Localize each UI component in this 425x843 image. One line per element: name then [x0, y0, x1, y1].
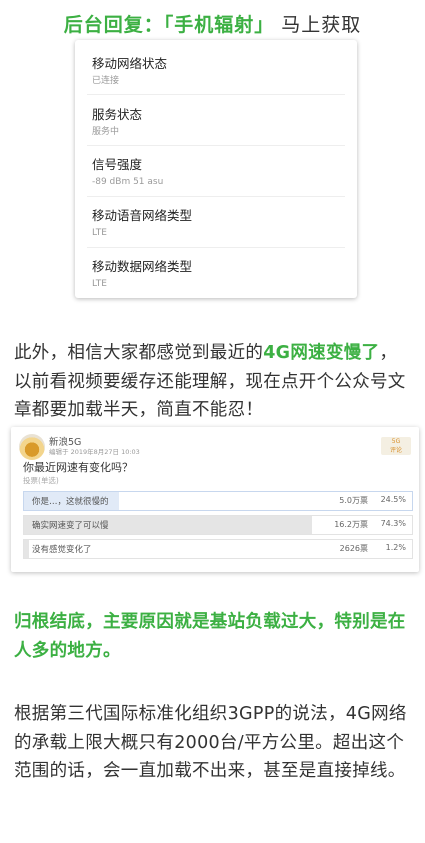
status-item-title: 移动数据网络类型: [92, 259, 193, 274]
promo-prefix: 后台回复：: [63, 14, 164, 36]
promo-header: 后台回复：「手机辐射」 马上获取: [0, 10, 425, 40]
status-item-value: 服务中: [92, 127, 120, 137]
poll-option-count: 2626票: [339, 544, 368, 553]
poll-option[interactable]: 你是…，这就很慢的 5.0万票 24.5%: [23, 491, 413, 511]
poll-option-count: 5.0万票: [339, 496, 368, 505]
divider: [87, 94, 345, 95]
divider: [87, 247, 345, 248]
paragraph-4g-slowdown: 此外，相信大家都感觉到最近的4G网速变慢了，以前看视频要缓存还能理解，现在点开个…: [14, 339, 414, 425]
poll-option-label: 你是…，这就很慢的: [32, 497, 109, 507]
status-item-data-network-type: 移动数据网络类型 LTE: [92, 258, 342, 291]
status-item-service-state: 服务状态 服务中: [92, 106, 342, 139]
status-item-value: LTE: [92, 228, 107, 238]
poll-option-percent: 1.2%: [385, 543, 406, 552]
status-item-title: 信号强度: [92, 157, 143, 172]
paragraph-root-cause: 归根结底，主要原因就是基站负载过大，特别是在人多的地方。: [14, 612, 406, 661]
status-item-network-state: 移动网络状态 已连接: [92, 55, 342, 88]
paragraph-text: 此外，相信大家都感觉到最近的: [14, 343, 264, 363]
poll-badge: 5G 评论: [381, 437, 411, 455]
poll-option-percent: 24.5%: [380, 495, 406, 504]
weibo-poll-screenshot: 新浪5G 编辑于 2019年8月27日 10:03 5G 评论 你最近网速有变化…: [11, 427, 419, 572]
promo-suffix: 马上获取: [274, 14, 362, 36]
status-item-title: 服务状态: [92, 107, 143, 122]
poll-question: 你最近网速有变化吗？: [23, 461, 133, 474]
poll-option[interactable]: 确实网速变了可以慢 16.2万票 74.3%: [23, 515, 413, 535]
divider: [87, 196, 345, 197]
poll-type: 投票(单选): [23, 476, 59, 485]
paragraph-3gpp: 根据第三代国际标准化组织3GPP的说法，4G网络的承载上限大概只有2000台/平…: [14, 704, 407, 781]
highlight-text: 4G网速变慢了: [263, 343, 380, 363]
promo-keyword: 「手机辐射」: [163, 14, 275, 36]
status-item-signal-strength: 信号强度 -89 dBm 51 asu: [92, 156, 342, 189]
poll-timestamp: 编辑于 2019年8月27日 10:03: [49, 448, 140, 456]
poll-option-bar: [24, 540, 29, 558]
avatar: [19, 434, 45, 460]
poll-option-percent: 74.3%: [380, 519, 406, 528]
network-status-screenshot: 移动网络状态 已连接 服务状态 服务中 信号强度 -89 dBm 51 asu …: [75, 40, 357, 298]
status-item-value: -89 dBm 51 asu: [92, 177, 164, 187]
status-item-title: 移动网络状态: [92, 56, 168, 71]
status-item-value: 已连接: [92, 76, 120, 86]
poll-option-label: 没有感觉变化了: [32, 545, 92, 555]
status-item-voice-network-type: 移动语音网络类型 LTE: [92, 207, 342, 240]
poll-option[interactable]: 没有感觉变化了 2626票 1.2%: [23, 539, 413, 559]
poll-option-count: 16.2万票: [334, 520, 368, 529]
poll-option-label: 确实网速变了可以慢: [32, 521, 109, 531]
divider: [87, 145, 345, 146]
status-item-value: LTE: [92, 279, 107, 289]
status-item-title: 移动语音网络类型: [92, 208, 193, 223]
